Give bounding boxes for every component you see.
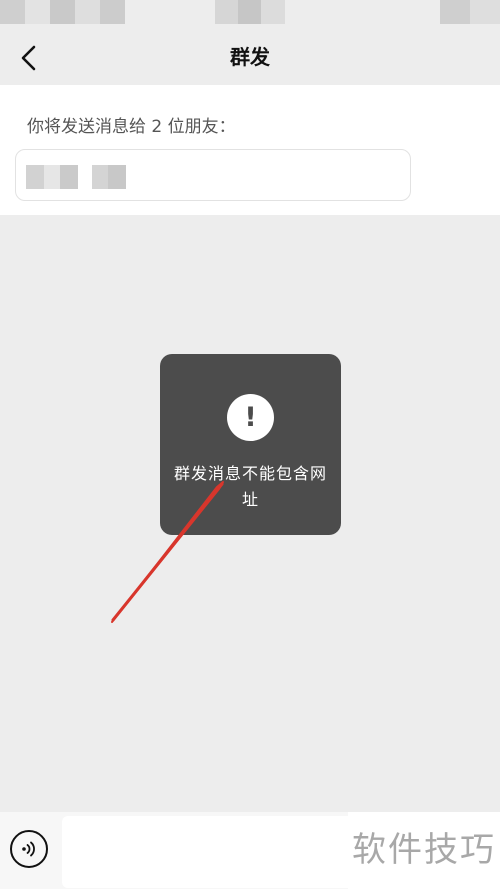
- error-toast: ! 群发消息不能包含网址: [160, 354, 341, 535]
- message-input[interactable]: [62, 816, 354, 888]
- voice-icon: [22, 841, 35, 857]
- toast-message: 群发消息不能包含网址: [174, 464, 328, 509]
- watermark: 软件技巧: [348, 812, 500, 889]
- status-bar: [0, 0, 500, 30]
- blurred-recipient-names: [26, 165, 126, 189]
- blurred-status-left: [0, 0, 125, 24]
- exclamation-icon: !: [227, 394, 274, 441]
- page-title: 群发: [230, 45, 270, 69]
- blurred-status-right: [440, 0, 500, 24]
- blurred-status-center: [215, 0, 285, 24]
- recipient-prompt: 你将发送消息给 2 位朋友：: [27, 117, 236, 137]
- voice-button[interactable]: [10, 830, 48, 868]
- navigation-bar: 群发: [0, 30, 500, 85]
- recipient-panel: 你将发送消息给 2 位朋友：: [0, 85, 500, 215]
- recipient-list[interactable]: [15, 149, 411, 201]
